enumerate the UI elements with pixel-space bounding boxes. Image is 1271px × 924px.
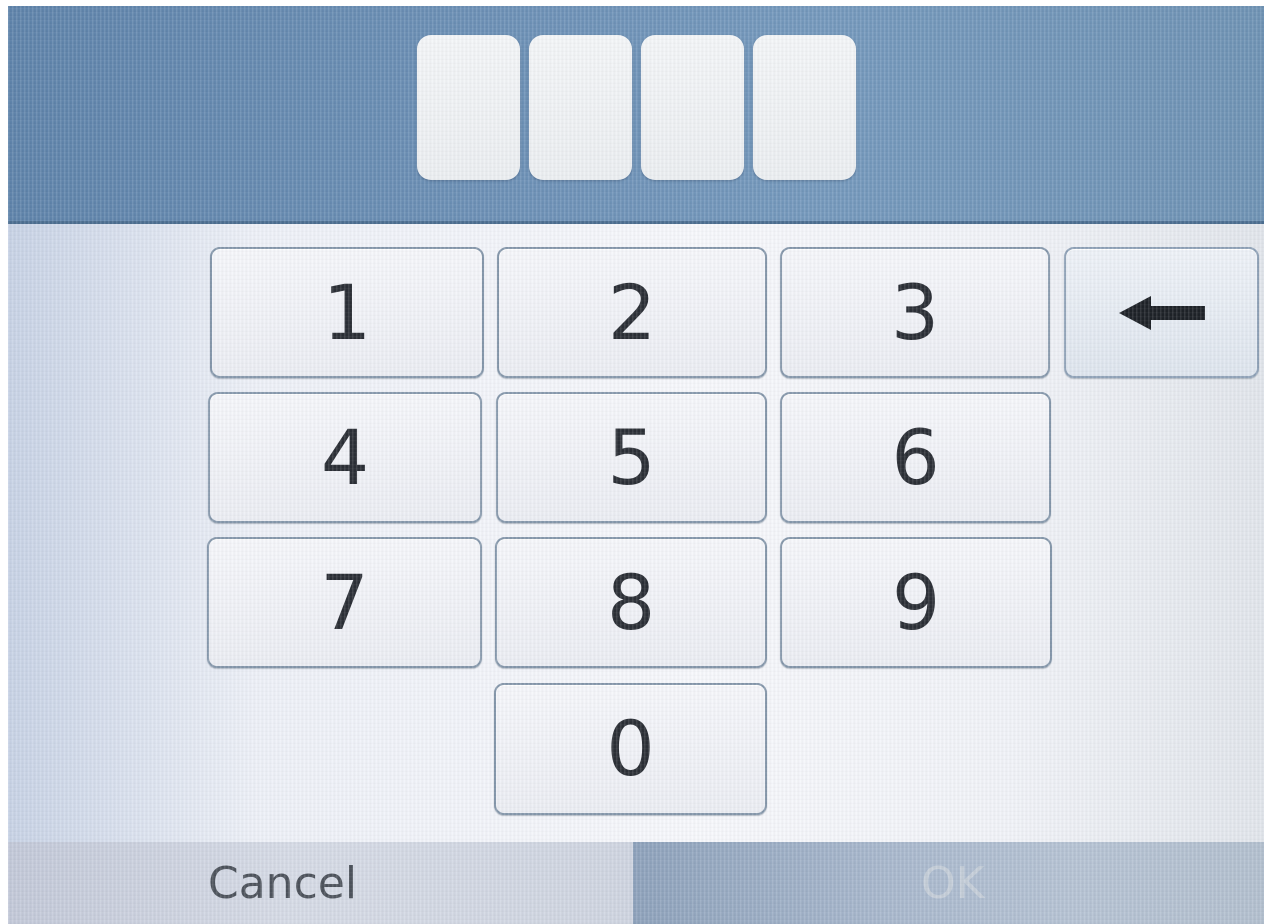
key-2[interactable]: 2 bbox=[497, 247, 767, 378]
pin-digit-slot-1 bbox=[417, 35, 520, 180]
pin-entry-screen: 1 2 3 4 5 6 7 8 9 0 Cancel OK bbox=[8, 6, 1264, 924]
pin-digit-slot-2 bbox=[529, 35, 632, 180]
key-1[interactable]: 1 bbox=[210, 247, 484, 378]
pin-display-header bbox=[8, 6, 1264, 224]
key-5[interactable]: 5 bbox=[496, 392, 767, 523]
key-8[interactable]: 8 bbox=[495, 537, 767, 668]
key-4[interactable]: 4 bbox=[208, 392, 482, 523]
bottom-action-bar: Cancel OK bbox=[8, 842, 1264, 924]
key-9[interactable]: 9 bbox=[780, 537, 1052, 668]
pin-digit-slot-4 bbox=[753, 35, 856, 180]
key-7[interactable]: 7 bbox=[207, 537, 482, 668]
key-3[interactable]: 3 bbox=[780, 247, 1050, 378]
left-arrow-icon bbox=[1118, 295, 1205, 330]
pin-digit-slot-3 bbox=[641, 35, 744, 180]
ok-button[interactable]: OK bbox=[633, 842, 1264, 924]
cancel-button[interactable]: Cancel bbox=[8, 842, 633, 924]
key-6[interactable]: 6 bbox=[780, 392, 1051, 523]
backspace-button[interactable] bbox=[1064, 247, 1259, 378]
key-0[interactable]: 0 bbox=[494, 683, 767, 815]
